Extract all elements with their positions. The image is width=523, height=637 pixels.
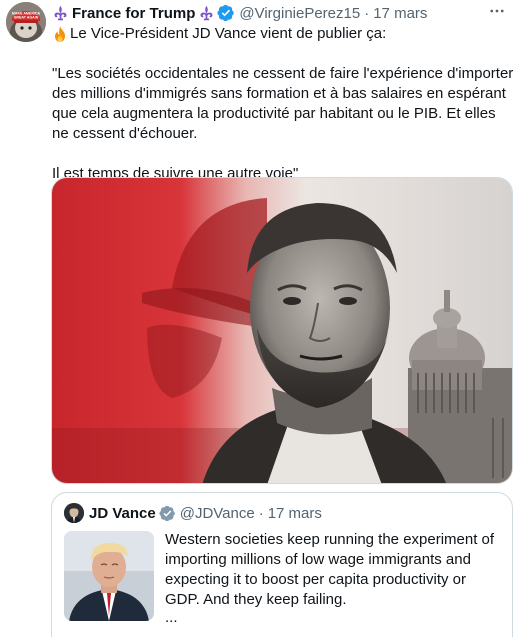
tweet-header: France for Trump @VirginiePerez15 · 17 m…	[52, 3, 427, 23]
svg-text:GREAT AGAIN: GREAT AGAIN	[14, 16, 39, 20]
quoted-tweet-ellipsis: ...	[165, 609, 178, 626]
fire-emoji-icon	[52, 25, 68, 43]
tweet-quote-paragraph-1: "Les sociétés occidentales ne cessent de…	[52, 65, 514, 142]
quoted-author-display-name[interactable]: JD Vance	[89, 505, 156, 522]
quoted-tweet-thumbnail[interactable]	[64, 531, 154, 621]
quoted-tweet-body: Western societies keep running the exper…	[165, 531, 495, 608]
quoted-author-avatar[interactable]	[64, 503, 84, 523]
quoted-author-handle[interactable]: @JDVance	[180, 505, 255, 522]
tweet-media-image[interactable]	[51, 177, 513, 484]
tweet-date[interactable]: 17 mars	[373, 5, 427, 22]
more-options-icon[interactable]	[485, 0, 509, 22]
author-handle[interactable]: @VirginiePerez15	[239, 5, 360, 22]
author-display-name[interactable]: France for Trump	[72, 5, 195, 22]
author-avatar[interactable]: MAKE AMERICA GREAT AGAIN	[6, 2, 46, 42]
separator-dot: ·	[364, 4, 370, 22]
fleur-de-lis-icon	[52, 5, 69, 22]
quoted-tweet-card[interactable]: JD Vance @JDVance · 17 mars Western soci…	[51, 492, 513, 637]
verified-badge-icon[interactable]	[159, 505, 176, 522]
quoted-tweet-date[interactable]: 17 mars	[268, 505, 322, 522]
fleur-de-lis-icon	[198, 5, 215, 22]
tweet-text: Le Vice-Président JD Vance vient de publ…	[52, 24, 514, 184]
tweet-intro: Le Vice-Président JD Vance vient de publ…	[70, 25, 387, 42]
quoted-tweet-header: JD Vance @JDVance · 17 mars	[89, 503, 322, 523]
quoted-tweet-text: Western societies keep running the exper…	[165, 530, 500, 626]
verified-badge-icon[interactable]	[217, 4, 235, 22]
tweet[interactable]: MAKE AMERICA GREAT AGAIN France for Trum…	[0, 0, 523, 637]
separator-dot: ·	[258, 504, 264, 522]
